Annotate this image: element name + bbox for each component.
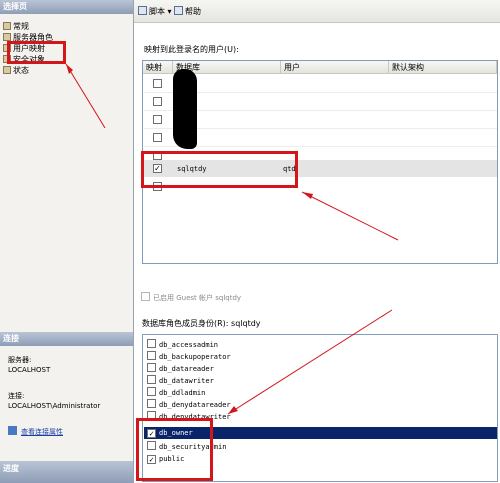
arrowhead-icon: [302, 192, 313, 199]
arrow-line: [227, 309, 393, 415]
arrow-line: [301, 191, 399, 241]
annotation-arrows: [65, 63, 399, 415]
arrowhead-icon: [66, 64, 73, 74]
arrow-line: [65, 63, 106, 129]
arrowhead-icon: [228, 406, 238, 414]
